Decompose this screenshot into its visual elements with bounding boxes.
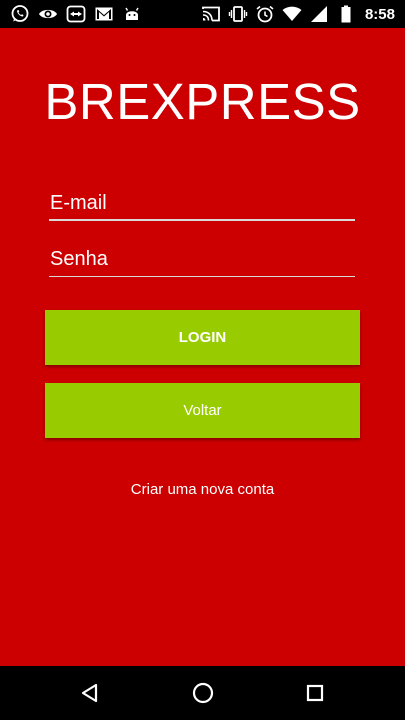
password-field[interactable] xyxy=(49,243,355,277)
back-button[interactable]: Voltar xyxy=(45,383,360,438)
battery-icon xyxy=(336,4,356,24)
android-icon xyxy=(122,4,142,24)
login-screen: 8:58 BREXPRESS LOGIN Voltar Criar uma no… xyxy=(0,0,405,720)
gmail-icon xyxy=(94,4,114,24)
wifi-icon xyxy=(282,4,302,24)
app-title: BREXPRESS xyxy=(44,73,361,130)
home-icon[interactable] xyxy=(188,678,218,708)
login-button[interactable]: LOGIN xyxy=(45,310,360,365)
whatsapp-icon xyxy=(10,4,30,24)
navigation-bar xyxy=(0,666,405,720)
cast-icon xyxy=(201,4,221,24)
teamviewer-icon xyxy=(66,4,86,24)
status-bar: 8:58 xyxy=(0,0,405,28)
back-icon[interactable] xyxy=(75,678,105,708)
notification-icons xyxy=(10,4,142,24)
signal-icon xyxy=(309,4,329,24)
vibrate-icon xyxy=(228,4,248,24)
eye-icon xyxy=(38,4,58,24)
alarm-icon xyxy=(255,4,275,24)
status-clock: 8:58 xyxy=(364,5,395,23)
create-account-link[interactable]: Criar uma nova conta xyxy=(0,481,405,498)
recents-icon[interactable] xyxy=(300,678,330,708)
system-icons: 8:58 xyxy=(201,4,395,24)
email-field[interactable] xyxy=(49,187,355,221)
